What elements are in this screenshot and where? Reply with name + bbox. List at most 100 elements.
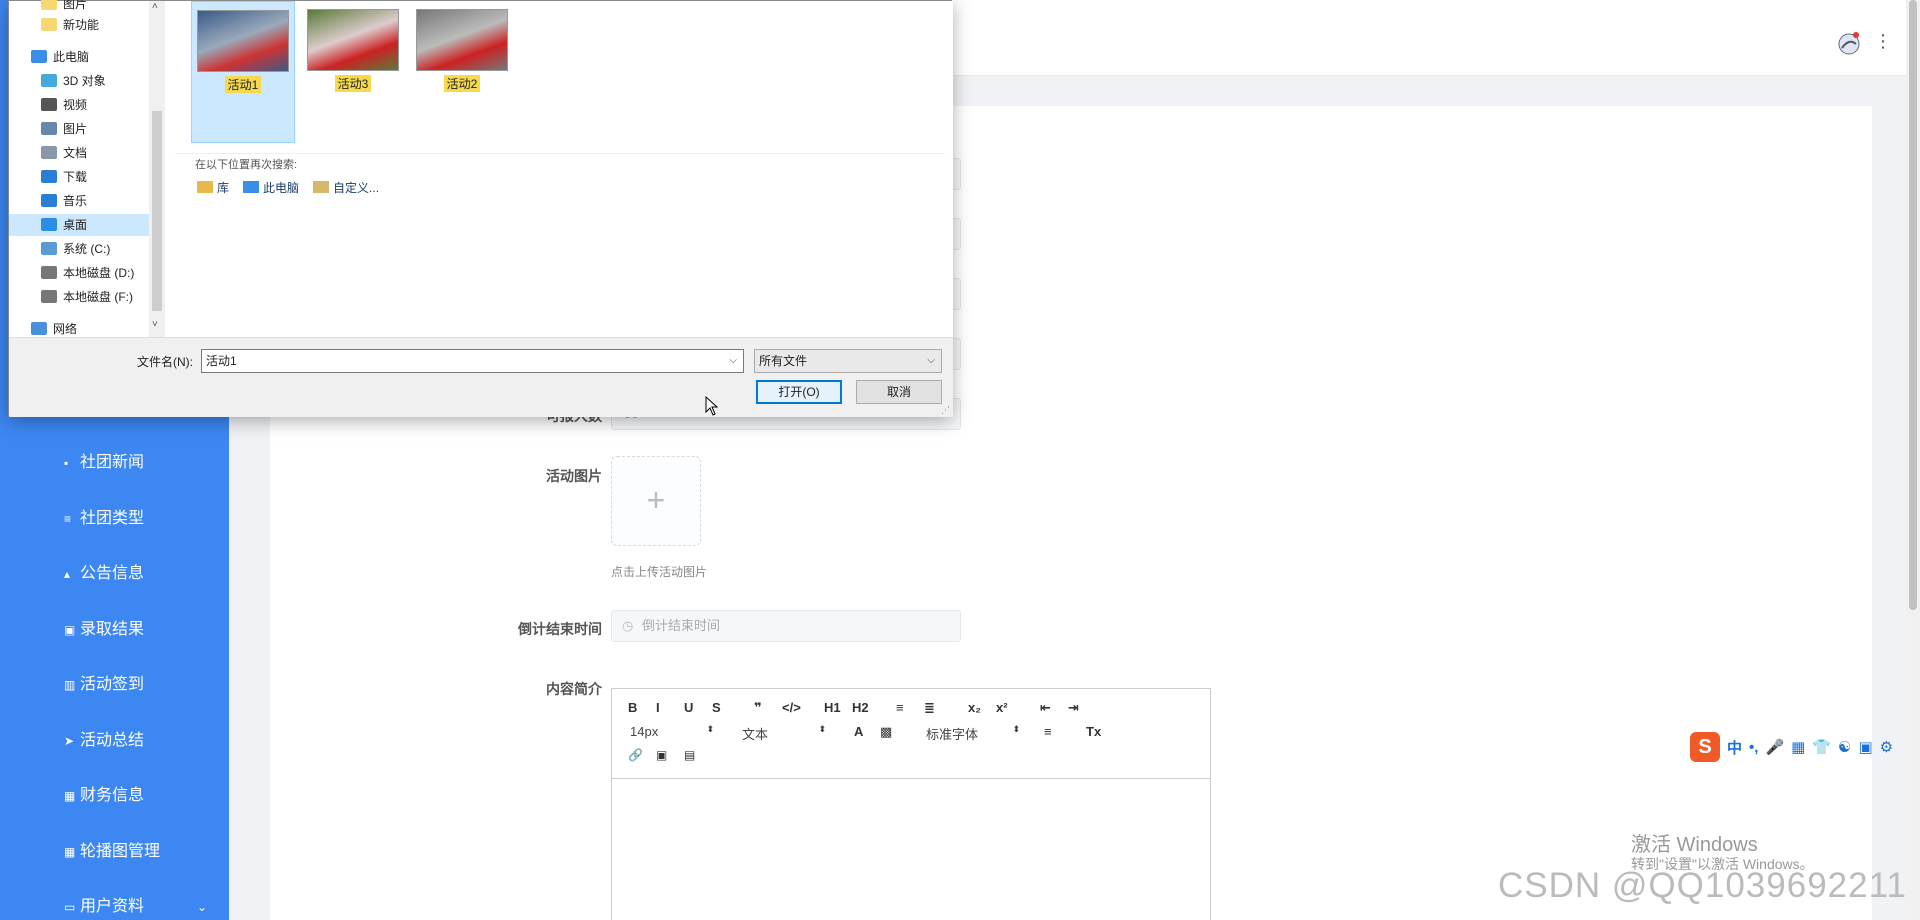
tree-item[interactable]: 系统 (C:) xyxy=(9,238,149,260)
tree-item-label: 视频 xyxy=(63,98,88,112)
sidebar-item[interactable]: ▥ 活动签到 xyxy=(0,665,229,705)
file-thumbnail[interactable]: 活动2 xyxy=(410,1,514,92)
font-size-select[interactable]: 14px ⬍ xyxy=(630,724,714,739)
toolbar-button[interactable]: H1 xyxy=(824,700,841,715)
csdn-watermark: CSDN @QQ1039692211 xyxy=(1498,866,1907,905)
tree-item[interactable]: 图片 xyxy=(9,118,149,140)
tree-item[interactable]: 视频 xyxy=(9,94,149,116)
ime-toolbar: S 中 •, 🎤 ▦ 👕 ☯ ▣ ⚙ xyxy=(1690,730,1920,764)
ime-button-icon[interactable]: ⚙ xyxy=(1880,738,1893,756)
toolbar-button[interactable]: x₂ xyxy=(968,700,981,715)
tree-item[interactable]: 此电脑 xyxy=(9,46,149,68)
mouse-cursor-icon xyxy=(705,396,719,416)
file-name-label: 活动2 xyxy=(443,75,481,92)
tree-item[interactable]: 本地磁盘 (D:) xyxy=(9,262,149,284)
toolbar-button[interactable]: B xyxy=(628,700,637,715)
resize-grip-icon[interactable]: ⋰ xyxy=(941,405,951,415)
tree-item[interactable]: 3D 对象 xyxy=(9,70,149,92)
sidebar-item[interactable]: ▴ 公告信息 xyxy=(0,554,229,594)
tree-item-label: 本地磁盘 (D:) xyxy=(63,266,135,280)
page-scrollbar[interactable] xyxy=(1906,0,1920,920)
editor-content-area[interactable] xyxy=(612,779,1210,920)
font-family-select[interactable]: 标准字体 ⬍ xyxy=(926,724,1020,743)
toolbar-button[interactable]: </> xyxy=(782,700,801,715)
ime-button-icon[interactable]: 中 xyxy=(1727,737,1742,758)
countdown-date-input[interactable]: ◷ 倒计结束时间 xyxy=(611,610,961,642)
more-vertical-icon[interactable]: ⋮ xyxy=(1874,30,1892,52)
sidebar-item[interactable]: ≡ 社团类型 xyxy=(0,499,229,539)
toolbar-button[interactable]: U xyxy=(684,700,693,715)
search-location-link[interactable]: 库 xyxy=(197,179,229,196)
ime-button-icon[interactable]: 🎤 xyxy=(1765,738,1784,756)
toolbar-button[interactable]: ▤ xyxy=(684,748,695,762)
ime-button-icon[interactable]: ▦ xyxy=(1791,738,1805,756)
file-thumbnail[interactable]: 活动1 xyxy=(191,1,295,143)
filetype-select[interactable]: 所有文件 ⌵ xyxy=(754,349,942,373)
filename-input[interactable]: 活动1 ⌵ xyxy=(201,349,744,373)
sidebar-item[interactable]: ▦ 财务信息 xyxy=(0,776,229,816)
sidebar-item[interactable]: ➤ 活动总结 xyxy=(0,721,229,761)
sidebar-item[interactable]: ▣ 录取结果 xyxy=(0,610,229,650)
toolbar-button[interactable]: ▩ xyxy=(880,724,892,740)
ime-button-icon[interactable]: ☯ xyxy=(1838,738,1851,756)
toolbar-button[interactable]: ▣ xyxy=(656,748,667,762)
music-icon xyxy=(41,194,57,207)
tree-scroll-thumb[interactable] xyxy=(152,111,162,311)
toolbar-button[interactable]: S xyxy=(712,700,721,715)
tree-item[interactable]: 本地磁盘 (F:) xyxy=(9,286,149,308)
toolbar-button[interactable]: ⇤ xyxy=(1040,700,1051,716)
toolbar-button[interactable]: ❞ xyxy=(754,700,762,716)
tree-item-label: 此电脑 xyxy=(53,50,90,64)
ime-button-icon[interactable]: 👕 xyxy=(1812,738,1831,756)
calendar-icon: ▭ xyxy=(64,900,76,914)
ime-button-icon[interactable]: •, xyxy=(1749,739,1758,756)
tree-item[interactable]: 下载 xyxy=(9,166,149,188)
toolbar-button[interactable]: x² xyxy=(996,700,1008,715)
tree-item[interactable]: 新功能 xyxy=(9,14,149,36)
toolbar-button[interactable]: 🔗 xyxy=(628,748,643,762)
drive-icon xyxy=(41,290,57,303)
sogou-logo-icon[interactable]: S xyxy=(1690,732,1720,762)
sidebar-item[interactable]: ▪ 社团新闻 xyxy=(0,443,229,483)
grid-icon: ▦ xyxy=(64,789,76,803)
text-type-select[interactable]: 文本 ⬍ xyxy=(742,724,826,743)
cancel-button[interactable]: 取消 xyxy=(856,380,942,404)
tree-item[interactable]: 音乐 xyxy=(9,190,149,212)
sidebar-item[interactable]: ▦ 轮播图管理 xyxy=(0,832,229,872)
tree-item[interactable]: 图片 xyxy=(9,0,149,15)
send-icon: ➤ xyxy=(64,733,75,748)
toolbar-button[interactable]: ≡ xyxy=(896,700,904,715)
open-button[interactable]: 打开(O) xyxy=(756,380,842,404)
search-location-label: 库 xyxy=(217,181,230,195)
toolbar-button[interactable]: ⇥ xyxy=(1068,700,1079,716)
scrollbar-thumb[interactable] xyxy=(1909,0,1917,610)
toolbar-button[interactable]: ≣ xyxy=(924,700,935,716)
tree-item-label: 本地磁盘 (F:) xyxy=(63,290,133,304)
toolbar-button[interactable]: ≡ xyxy=(1044,724,1052,739)
ime-button-icon[interactable]: ▣ xyxy=(1858,738,1872,756)
rich-text-editor[interactable]: 14px ⬍ 文本 ⬍ 标准字体 ⬍ B I U S ❞ </> H1 H2 ≡ ≣ x₂ x² ⇤ ⇥ A ▩ ≡ T… xyxy=(611,688,1211,920)
file-list: 在以下位置再次搜索: 库 此电脑 自定义... 活动1 活动3 活动2 xyxy=(167,1,953,337)
chevron-down-icon[interactable]: ⌵ xyxy=(927,350,935,372)
toolbar-button[interactable]: Tx xyxy=(1086,724,1101,739)
tree-scrollbar[interactable]: ˄ ˅ xyxy=(149,1,165,337)
chevron-up-icon[interactable]: ˄ xyxy=(152,1,158,12)
sidebar-item[interactable]: ▭ 用户资料 ⌄ xyxy=(0,887,229,920)
sidebar-item-label: 轮播图管理 xyxy=(80,842,161,860)
network-icon xyxy=(31,322,47,335)
toolbar-button[interactable]: A xyxy=(854,724,863,739)
search-location-link[interactable]: 自定义... xyxy=(313,179,379,196)
avatar[interactable] xyxy=(1836,30,1862,56)
file-thumbnail[interactable]: 活动3 xyxy=(301,1,405,92)
search-location-link[interactable]: 此电脑 xyxy=(243,179,299,196)
computer-icon xyxy=(31,50,47,63)
list-icon: ≡ xyxy=(64,511,72,526)
chevron-down-icon[interactable]: ˅ xyxy=(152,319,158,330)
chevron-down-icon[interactable]: ⌵ xyxy=(729,350,737,372)
tree-item[interactable]: 文档 xyxy=(9,142,149,164)
upload-image-button[interactable]: + xyxy=(611,456,701,546)
tree-item[interactable]: 桌面 xyxy=(9,214,149,236)
toolbar-button[interactable]: H2 xyxy=(852,700,869,715)
image-icon: ▣ xyxy=(64,622,76,637)
toolbar-button[interactable]: I xyxy=(656,700,660,715)
